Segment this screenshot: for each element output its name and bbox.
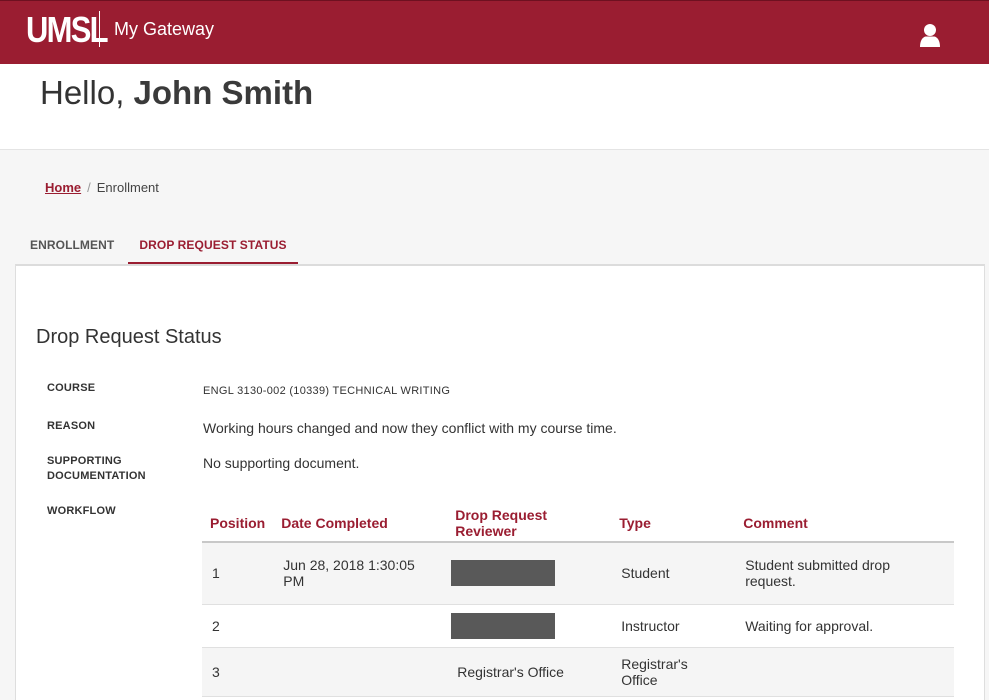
table-row: 3 Registrar's Office Registrar's Office [202, 647, 954, 697]
workflow-table: Position Date Completed Drop Request Rev… [202, 504, 954, 697]
tab-drop-request-status[interactable]: DROP REQUEST STATUS [128, 230, 298, 265]
cell-comment: Student submitted drop request. [735, 542, 954, 605]
reason-label: REASON [47, 420, 96, 432]
tab-enrollment[interactable]: ENROLLMENT [30, 230, 114, 265]
section-title: Drop Request Status [36, 326, 222, 348]
table-row: 2 Instructor Waiting for approval. [202, 604, 954, 648]
col-reviewer: Drop Request Reviewer [447, 504, 612, 543]
date-line: Jun 28, 2018 1:30:05 [283, 557, 415, 574]
cell-reviewer [447, 604, 612, 648]
top-navbar: UMSL My Gateway [0, 0, 989, 64]
table-row: 1 Jun 28, 2018 1:30:05 PM Student Studen… [202, 542, 954, 605]
umsl-logo[interactable]: UMSL [26, 11, 109, 49]
breadcrumb-current: Enrollment [96, 180, 159, 195]
col-type: Type [611, 504, 736, 543]
breadcrumb: Home / Enrollment [45, 180, 159, 195]
course-value: ENGL 3130-002 (10339) TECHNICAL WRITING [203, 385, 451, 397]
course-label: COURSE [47, 382, 96, 394]
supporting-documentation-label: SUPPORTING DOCUMENTATION [47, 454, 146, 484]
cell-date: Jun 28, 2018 1:30:05 PM [273, 542, 448, 605]
breadcrumb-separator: / [87, 180, 91, 195]
docs-label-line2: DOCUMENTATION [47, 470, 146, 482]
cell-position: 2 [202, 604, 274, 648]
supporting-documentation-value: No supporting document. [203, 455, 360, 471]
col-comment: Comment [735, 504, 954, 543]
user-icon [920, 24, 940, 47]
cell-comment [735, 647, 954, 697]
drop-request-card: Drop Request Status COURSE ENGL 3130-002… [15, 264, 985, 700]
cell-position: 1 [202, 542, 274, 605]
cell-comment: Waiting for approval. [735, 604, 954, 648]
user-menu-button[interactable] [916, 21, 944, 49]
col-date-completed: Date Completed [273, 504, 448, 543]
greeting-banner: Hello, John Smith [0, 64, 989, 150]
redacted-reviewer [451, 612, 556, 639]
reason-value: Working hours changed and now they confl… [203, 420, 617, 436]
cell-position: 3 [202, 647, 274, 697]
cell-type: Instructor [611, 604, 736, 648]
workflow-header-row: Position Date Completed Drop Request Rev… [202, 504, 954, 543]
date-line: PM [283, 573, 305, 590]
cell-date [273, 604, 448, 648]
greeting-prefix: Hello, [40, 74, 125, 111]
workflow-label: WORKFLOW [47, 505, 116, 517]
cell-date [273, 647, 448, 697]
tab-bar: ENROLLMENT DROP REQUEST STATUS [15, 230, 985, 265]
cell-reviewer [447, 542, 612, 605]
col-position: Position [202, 504, 274, 543]
cell-reviewer: Registrar's Office [447, 647, 612, 697]
cell-type: Student [611, 542, 736, 605]
user-name: John Smith [133, 74, 314, 111]
redacted-reviewer [451, 560, 556, 587]
docs-label-line1: SUPPORTING [47, 455, 122, 467]
logo-divider [99, 11, 100, 47]
greeting-heading: Hello, John Smith [40, 74, 313, 112]
cell-type: Registrar's Office [611, 647, 736, 697]
app-name[interactable]: My Gateway [114, 19, 214, 40]
breadcrumb-home-link[interactable]: Home [45, 180, 81, 195]
